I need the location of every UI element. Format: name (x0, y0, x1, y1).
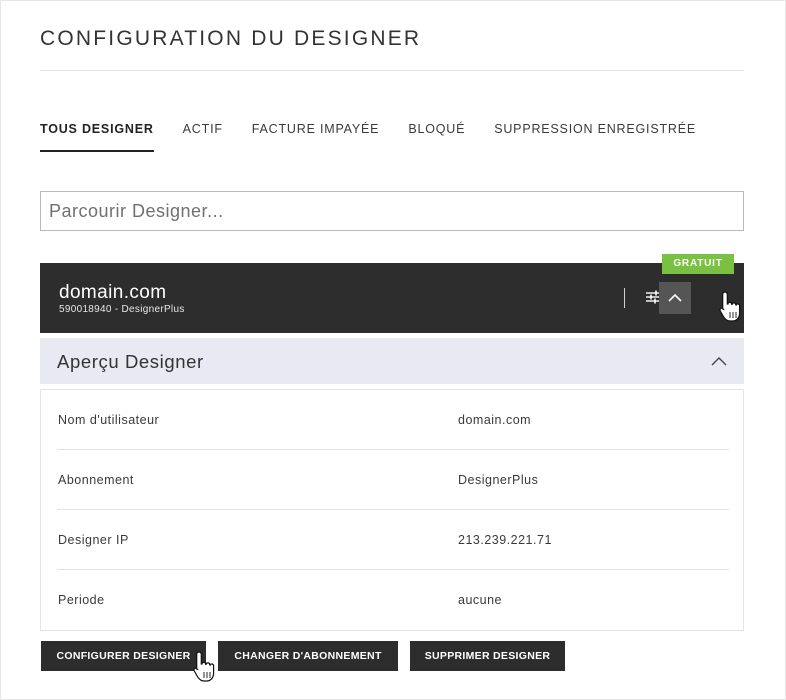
detail-value: DesignerPlus (458, 473, 539, 487)
overview-details: Nom d'utilisateur domain.com Abonnement … (40, 389, 744, 631)
hand-cursor-icon (719, 291, 741, 322)
designer-subtitle: 590018940 - DesignerPlus (59, 304, 185, 315)
plan-badge: GRATUIT (662, 254, 734, 274)
delete-designer-button[interactable]: SUPPRIMER DESIGNER (410, 641, 565, 671)
hand-cursor-icon (193, 651, 215, 682)
detail-label: Nom d'utilisateur (58, 413, 160, 427)
overview-title: Aperçu Designer (57, 351, 204, 372)
chevron-up-icon (668, 293, 682, 302)
collapse-card-button[interactable] (659, 282, 691, 314)
status-tabs: TOUS DESIGNER ACTIF FACTURE IMPAYÉE BLOQ… (40, 122, 725, 152)
tab-actif[interactable]: ACTIF (183, 122, 223, 152)
detail-value: 213.239.221.71 (458, 533, 552, 547)
tab-facture-impayee[interactable]: FACTURE IMPAYÉE (252, 122, 380, 152)
header-divider (624, 288, 625, 308)
detail-row: Nom d'utilisateur domain.com (57, 390, 729, 450)
detail-label: Designer IP (58, 533, 129, 547)
designer-card-header: domain.com 590018940 - DesignerPlus (40, 263, 744, 333)
title-divider (40, 70, 744, 71)
search-input[interactable] (41, 192, 743, 230)
tab-tous-designer[interactable]: TOUS DESIGNER (40, 122, 154, 152)
tab-bloque[interactable]: BLOQUÉ (408, 122, 465, 152)
change-subscription-button[interactable]: CHANGER D'ABONNEMENT (218, 641, 398, 671)
detail-row: Designer IP 213.239.221.71 (57, 510, 729, 570)
detail-value: aucune (458, 593, 503, 607)
detail-value: domain.com (458, 413, 532, 427)
page-title: CONFIGURATION DU DESIGNER (40, 27, 422, 50)
domain-name: domain.com (59, 282, 167, 303)
detail-label: Abonnement (58, 473, 134, 487)
overview-toggle[interactable] (710, 354, 728, 368)
detail-row: Periode aucune (57, 570, 729, 630)
search-box (40, 191, 744, 231)
chevron-up-icon (711, 357, 727, 366)
overview-section-header[interactable]: Aperçu Designer (40, 338, 744, 384)
configure-designer-button[interactable]: CONFIGURER DESIGNER (41, 641, 206, 671)
detail-label: Periode (58, 593, 105, 607)
tab-suppression-enregistree[interactable]: SUPPRESSION ENREGISTRÉE (494, 122, 696, 152)
detail-row: Abonnement DesignerPlus (57, 450, 729, 510)
